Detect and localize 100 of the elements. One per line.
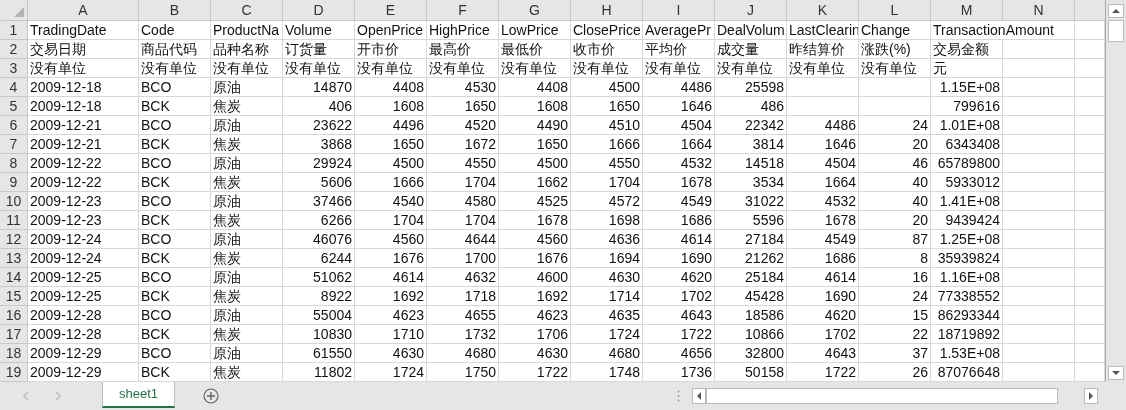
table-cell: 486 (715, 97, 787, 116)
table-cell: 35939824 (931, 249, 1003, 268)
table-cell: 4560 (499, 230, 571, 249)
table-cell: 4532 (787, 192, 859, 211)
empty-cell (1003, 249, 1075, 268)
table-cell: 27184 (715, 230, 787, 249)
table-cell: 4630 (499, 344, 571, 363)
column-header[interactable]: M (931, 0, 1003, 21)
empty-cell (1075, 97, 1105, 116)
empty-cell (1003, 40, 1075, 59)
scroll-down-icon[interactable] (1108, 366, 1124, 380)
row-header[interactable]: 15 (0, 287, 28, 306)
table-cell: 1678 (787, 211, 859, 230)
table-cell: 4630 (571, 268, 643, 287)
table-cell: 24 (859, 287, 931, 306)
column-header[interactable]: J (715, 0, 787, 21)
row-header[interactable]: 6 (0, 116, 28, 135)
table-cell: BCO (139, 154, 211, 173)
table-cell: 4630 (355, 344, 427, 363)
row-header[interactable]: 11 (0, 211, 28, 230)
table-cell: 涨跌(%) (859, 40, 931, 59)
add-sheet-icon[interactable] (203, 388, 220, 404)
empty-cell (1075, 192, 1105, 211)
table-cell: 1608 (499, 97, 571, 116)
table-cell: 昨结算价 (787, 40, 859, 59)
row-header[interactable]: 19 (0, 363, 28, 382)
table-cell: 1694 (571, 249, 643, 268)
column-header[interactable]: E (355, 0, 427, 21)
table-cell: 1664 (787, 173, 859, 192)
table-cell: 40 (859, 192, 931, 211)
row-header[interactable]: 2 (0, 40, 28, 59)
table-cell: 1.15E+08 (931, 78, 1003, 97)
column-header[interactable]: G (499, 0, 571, 21)
table-cell: 4510 (571, 116, 643, 135)
row-header[interactable]: 14 (0, 268, 28, 287)
table-cell: 原油 (211, 230, 283, 249)
table-cell: 4614 (787, 268, 859, 287)
row-header[interactable]: 3 (0, 59, 28, 78)
row-header[interactable]: 8 (0, 154, 28, 173)
table-cell: 1704 (427, 211, 499, 230)
column-header[interactable]: A (28, 0, 139, 21)
column-header[interactable]: B (139, 0, 211, 21)
column-header[interactable]: K (787, 0, 859, 21)
table-cell: 3814 (715, 135, 787, 154)
table-cell: 1.25E+08 (931, 230, 1003, 249)
splitter-handle-icon[interactable] (677, 390, 680, 402)
table-cell: 6343408 (931, 135, 1003, 154)
table-cell: 9439424 (931, 211, 1003, 230)
row-header[interactable]: 10 (0, 192, 28, 211)
column-header[interactable]: H (571, 0, 643, 21)
table-cell: 1732 (427, 325, 499, 344)
empty-cell (1075, 230, 1105, 249)
table-cell: 4600 (499, 268, 571, 287)
row-header[interactable]: 1 (0, 21, 28, 40)
scroll-thumb[interactable] (1108, 20, 1124, 42)
table-cell: 8 (859, 249, 931, 268)
table-cell: 4680 (427, 344, 499, 363)
row-header[interactable]: 17 (0, 325, 28, 344)
row-header[interactable]: 13 (0, 249, 28, 268)
row-header[interactable]: 7 (0, 135, 28, 154)
table-cell: 15 (859, 306, 931, 325)
sheet-tab[interactable]: sheet1 (102, 382, 176, 408)
empty-cell (1075, 154, 1105, 173)
column-header[interactable]: L (859, 0, 931, 21)
row-header[interactable]: 18 (0, 344, 28, 363)
select-all-icon[interactable] (14, 7, 24, 17)
column-header[interactable]: N (1003, 0, 1075, 21)
scroll-right-icon[interactable] (1084, 388, 1098, 404)
row-header[interactable]: 5 (0, 97, 28, 116)
table-cell: 4486 (787, 116, 859, 135)
table-cell: 最低价 (499, 40, 571, 59)
table-cell: 4408 (355, 78, 427, 97)
table-cell: 品种名称 (211, 40, 283, 59)
scroll-up-icon[interactable] (1108, 4, 1124, 18)
table-cell: 1662 (499, 173, 571, 192)
table-cell: 5606 (283, 173, 355, 192)
table-cell: 4504 (787, 154, 859, 173)
column-header[interactable]: D (283, 0, 355, 21)
column-header[interactable]: C (211, 0, 283, 21)
row-header[interactable]: 4 (0, 78, 28, 97)
table-cell: 原油 (211, 306, 283, 325)
scroll-left-icon[interactable] (692, 388, 706, 404)
table-cell: 1.53E+08 (931, 344, 1003, 363)
column-header[interactable]: I (643, 0, 715, 21)
table-cell: 406 (283, 97, 355, 116)
table-cell: 1704 (427, 173, 499, 192)
column-header[interactable]: F (427, 0, 499, 21)
row-header[interactable]: 16 (0, 306, 28, 325)
row-header[interactable]: 9 (0, 173, 28, 192)
next-sheet-icon[interactable] (54, 391, 62, 401)
empty-cell (859, 97, 931, 116)
row-header[interactable]: 12 (0, 230, 28, 249)
table-cell: 1692 (499, 287, 571, 306)
table-cell: 1702 (643, 287, 715, 306)
table-cell: 4643 (787, 344, 859, 363)
empty-cell (787, 97, 859, 116)
empty-cell (1075, 135, 1105, 154)
previous-sheet-icon[interactable] (22, 391, 30, 401)
table-cell: 4500 (571, 78, 643, 97)
table-cell: 32800 (715, 344, 787, 363)
